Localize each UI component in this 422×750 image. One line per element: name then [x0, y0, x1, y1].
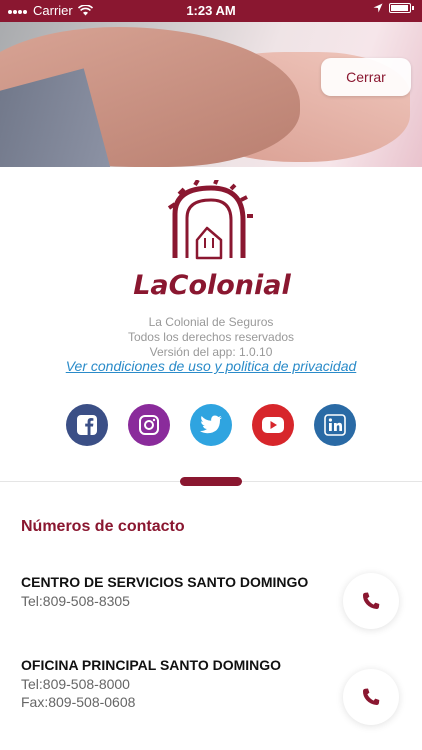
company-name: La Colonial de Seguros: [148, 315, 274, 329]
office-phone: Tel:809-508-8000: [21, 676, 130, 692]
battery-tip: [412, 6, 414, 10]
battery-icon: [389, 3, 411, 13]
social-links: [0, 404, 422, 446]
location-icon: [373, 3, 383, 13]
phone-icon: [362, 688, 380, 705]
logo-text: LaColonial: [133, 270, 291, 301]
youtube-icon[interactable]: [252, 404, 294, 446]
office-name: CENTRO DE SERVICIOS SANTO DOMINGO: [21, 574, 309, 590]
office-name: OFICINA PRINCIPAL SANTO DOMINGO: [21, 657, 282, 673]
facebook-icon[interactable]: [66, 404, 108, 446]
call-button[interactable]: [343, 669, 399, 725]
contacts-title: Números de contacto: [21, 518, 185, 535]
office-fax: Fax:809-508-0608: [21, 694, 136, 710]
phone-icon: [362, 592, 380, 609]
drawer-handle[interactable]: [180, 477, 242, 486]
clock: 1:23 AM: [186, 3, 236, 18]
terms-link[interactable]: Ver condiciones de uso y politica de pri…: [0, 358, 422, 374]
close-button[interactable]: Cerrar: [321, 58, 411, 96]
status-right: [373, 3, 414, 13]
twitter-icon[interactable]: [190, 404, 232, 446]
call-button[interactable]: [343, 573, 399, 629]
app-info: La Colonial de Seguros Todos los derecho…: [0, 315, 422, 360]
linkedin-icon[interactable]: [314, 404, 356, 446]
rights-text: Todos los derechos reservados: [127, 330, 295, 344]
la-colonial-logo: LaColonial: [133, 180, 292, 301]
office-phone: Tel:809-508-8305: [21, 593, 130, 609]
status-bar: Carrier 1:23 AM: [0, 0, 422, 22]
hero-image: Cerrar: [0, 22, 422, 167]
instagram-icon[interactable]: [128, 404, 170, 446]
